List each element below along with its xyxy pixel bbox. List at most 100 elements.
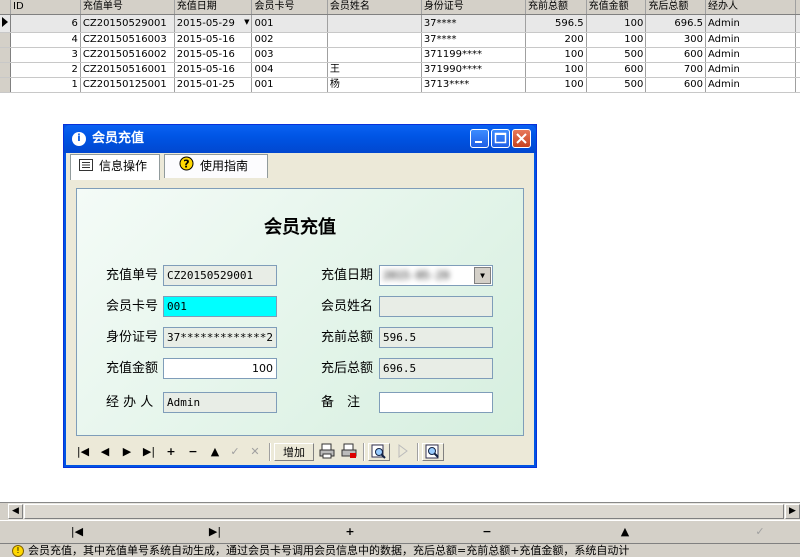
- scroll-left-icon[interactable]: ◀: [8, 504, 23, 519]
- post-record-icon[interactable]: ✓: [226, 443, 244, 461]
- header-id[interactable]: ID: [11, 0, 81, 15]
- cell-before-total[interactable]: 596.5: [525, 15, 586, 33]
- before-total-field[interactable]: 596.5: [379, 327, 493, 348]
- cell-id-card[interactable]: 37****: [421, 15, 525, 33]
- cell-card-no[interactable]: 003: [252, 48, 327, 63]
- cell-id[interactable]: 1: [11, 78, 81, 93]
- table-row[interactable]: 3CZ201505160022015-05-16003371199****100…: [0, 48, 800, 63]
- cell-id[interactable]: 2: [11, 63, 81, 78]
- cell-member-name[interactable]: [327, 15, 421, 33]
- header-operator[interactable]: 经办人: [706, 0, 796, 15]
- cell-member-name[interactable]: [327, 33, 421, 48]
- cell-operator[interactable]: Admin: [706, 48, 796, 63]
- chevron-down-icon[interactable]: ▼: [474, 267, 491, 284]
- operator-field[interactable]: Admin: [163, 392, 277, 413]
- cell-amount[interactable]: 100: [586, 15, 646, 33]
- cancel-edit-icon[interactable]: ✕: [246, 443, 264, 461]
- remark-input[interactable]: [379, 392, 493, 413]
- header-amount[interactable]: 充值金额: [586, 0, 646, 15]
- cell-before-total[interactable]: 200: [525, 33, 586, 48]
- insert-record-icon[interactable]: +: [335, 524, 365, 540]
- member-name-field[interactable]: [379, 296, 493, 317]
- scroll-right-icon[interactable]: ▶: [785, 504, 800, 519]
- cell-after-total[interactable]: 600: [646, 78, 706, 93]
- cell-recharge-date[interactable]: 2015-05-16: [174, 63, 252, 78]
- card-no-input[interactable]: 001: [163, 296, 277, 317]
- last-record-icon[interactable]: ▶|: [200, 524, 230, 540]
- delete-record-icon[interactable]: −: [184, 443, 202, 461]
- cell-amount[interactable]: 600: [586, 63, 646, 78]
- cell-recharge-date[interactable]: 2015-05-16: [174, 48, 252, 63]
- print-icon[interactable]: [318, 443, 336, 461]
- recharge-date-picker[interactable]: 2015-05-29 ▼: [379, 265, 493, 286]
- search-button[interactable]: [368, 443, 390, 461]
- cell-recharge-no[interactable]: CZ20150516003: [80, 33, 174, 48]
- maximize-button[interactable]: [491, 129, 510, 148]
- cell-recharge-date[interactable]: 2015-05-16: [174, 33, 252, 48]
- cell-after-total[interactable]: 600: [646, 48, 706, 63]
- cell-after-total[interactable]: 700: [646, 63, 706, 78]
- add-button[interactable]: 增加: [274, 443, 314, 461]
- cell-before-total[interactable]: 100: [525, 78, 586, 93]
- horizontal-scrollbar[interactable]: ◀ ▶: [8, 503, 800, 520]
- row-indicator[interactable]: [0, 48, 11, 63]
- header-recharge-date[interactable]: 充值日期: [174, 0, 252, 15]
- cell-amount[interactable]: 500: [586, 78, 646, 93]
- chevron-down-icon[interactable]: ▼: [244, 15, 249, 29]
- cell-id-card[interactable]: 371990****: [421, 63, 525, 78]
- cell-id[interactable]: 3: [11, 48, 81, 63]
- header-id-card[interactable]: 身份证号: [421, 0, 525, 15]
- header-before-total[interactable]: 充前总额: [525, 0, 586, 15]
- cell-operator[interactable]: Admin: [706, 78, 796, 93]
- amount-input[interactable]: 100: [163, 358, 277, 379]
- tab-info-operation[interactable]: 信息操作: [70, 154, 160, 180]
- cell-before-total[interactable]: 100: [525, 48, 586, 63]
- cell-member-name[interactable]: [327, 48, 421, 63]
- table-row[interactable]: 2CZ201505160012015-05-16004王371990****10…: [0, 63, 800, 78]
- cell-before-total[interactable]: 100: [525, 63, 586, 78]
- cell-after-total[interactable]: 300: [646, 33, 706, 48]
- header-after-total[interactable]: 充后总额: [646, 0, 706, 15]
- minimize-button[interactable]: [470, 129, 489, 148]
- cell-after-total[interactable]: 696.5: [646, 15, 706, 33]
- next-record-icon[interactable]: ▶: [118, 443, 136, 461]
- cell-operator[interactable]: Admin: [706, 33, 796, 48]
- header-member-name[interactable]: 会员姓名: [327, 0, 421, 15]
- cell-operator[interactable]: Admin: [706, 15, 796, 33]
- table-row[interactable]: 4CZ201505160032015-05-16002 37****2001003…: [0, 33, 800, 48]
- table-row[interactable]: 1CZ201501250012015-01-25001杨3713****1005…: [0, 78, 800, 93]
- cell-id-card[interactable]: 3713****: [421, 78, 525, 93]
- cell-card-no[interactable]: 001: [252, 78, 327, 93]
- cell-card-no[interactable]: 001: [252, 15, 327, 33]
- last-record-icon[interactable]: ▶|: [140, 443, 158, 461]
- first-record-icon[interactable]: |◀: [74, 443, 92, 461]
- close-button[interactable]: [512, 129, 531, 148]
- cell-card-no[interactable]: 002: [252, 33, 327, 48]
- delete-record-icon[interactable]: −: [472, 524, 502, 540]
- row-indicator[interactable]: [0, 15, 11, 33]
- cell-recharge-no[interactable]: CZ20150516002: [80, 48, 174, 63]
- cell-id[interactable]: 4: [11, 33, 81, 48]
- cell-recharge-date[interactable]: 2015-01-25: [174, 78, 252, 93]
- insert-record-icon[interactable]: +: [162, 443, 180, 461]
- play-icon[interactable]: [394, 443, 412, 461]
- scroll-thumb[interactable]: [24, 504, 784, 519]
- first-record-icon[interactable]: |◀: [62, 524, 92, 540]
- edit-record-icon[interactable]: ▲: [206, 443, 224, 461]
- after-total-field[interactable]: 696.5: [379, 358, 493, 379]
- query-button[interactable]: [422, 443, 444, 461]
- edit-record-icon[interactable]: ▲: [610, 524, 640, 540]
- header-card-no[interactable]: 会员卡号: [252, 0, 327, 15]
- prior-record-icon[interactable]: ◀: [96, 443, 114, 461]
- header-recharge-no[interactable]: 充值单号: [80, 0, 174, 15]
- cell-recharge-no[interactable]: CZ20150529001: [80, 15, 174, 33]
- row-indicator[interactable]: [0, 33, 11, 48]
- cell-id-card[interactable]: 37****: [421, 33, 525, 48]
- post-record-icon[interactable]: ✓: [745, 524, 775, 540]
- cell-amount[interactable]: 100: [586, 33, 646, 48]
- table-row[interactable]: 6CZ201505290012015-05-29▼00137****596.51…: [0, 15, 800, 33]
- dialog-titlebar[interactable]: i 会员充值: [64, 125, 536, 153]
- cell-recharge-date[interactable]: 2015-05-29▼: [174, 15, 252, 33]
- tab-usage-guide[interactable]: ? 使用指南: [164, 154, 268, 178]
- cell-recharge-no[interactable]: CZ20150516001: [80, 63, 174, 78]
